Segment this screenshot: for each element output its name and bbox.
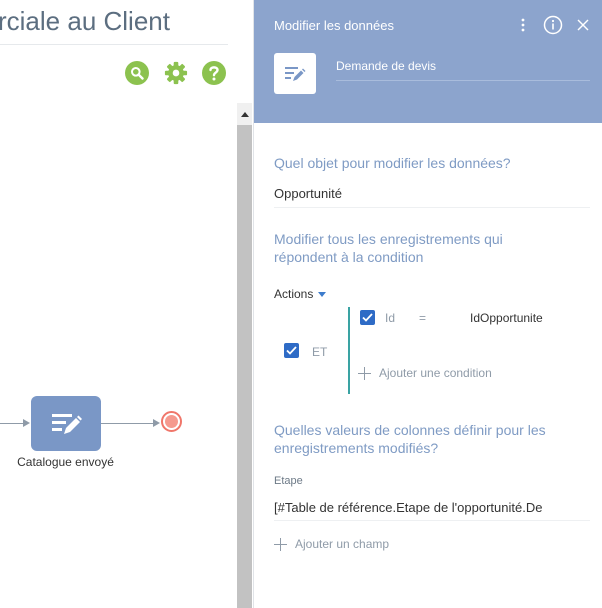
close-icon (577, 19, 589, 31)
actions-menu[interactable]: Actions (274, 287, 327, 301)
element-name-field[interactable]: Demande de devis (336, 59, 436, 73)
incoming-flow (0, 423, 24, 424)
object-question: Quel objet pour modifier les données? (274, 155, 511, 171)
edit-data-icon (285, 66, 306, 81)
condition-value[interactable]: IdOpportunite (470, 311, 543, 325)
group-operator[interactable]: ET (312, 345, 327, 359)
outgoing-flow (101, 423, 153, 424)
task-node-catalogue[interactable] (31, 396, 101, 451)
search-button[interactable] (125, 61, 149, 85)
add-field-label: Ajouter un champ (295, 537, 390, 551)
group-checkbox[interactable] (284, 343, 299, 358)
panel-header: Modifier les données Demande de devis (254, 0, 602, 123)
more-vertical-icon (521, 18, 525, 32)
element-name-underline (336, 80, 590, 81)
info-icon (543, 15, 563, 35)
incoming-flow-arrow (23, 419, 30, 427)
edit-data-icon (52, 413, 82, 434)
title-underline (0, 44, 228, 45)
condition-operator[interactable]: = (419, 311, 426, 325)
condition-group-bar (348, 307, 350, 394)
magnifier-icon (131, 67, 144, 80)
add-condition-button[interactable]: Ajouter une condition (358, 366, 492, 380)
scroll-up-button[interactable] (237, 103, 252, 125)
more-button[interactable] (512, 14, 534, 36)
condition-question: Modifier tous les enregistrements qui ré… (274, 231, 503, 265)
columns-question: Quelles valeurs de colonnes définir pour… (274, 422, 546, 456)
gear-icon (164, 61, 188, 85)
settings-button[interactable] (164, 61, 188, 85)
field-caption: Etape (274, 475, 303, 487)
outgoing-flow-arrow (153, 419, 160, 427)
condition-column[interactable]: Id (385, 311, 395, 325)
vertical-scrollbar[interactable] (237, 103, 252, 608)
actions-label: Actions (274, 287, 314, 301)
field-value-underline (274, 520, 590, 521)
end-event[interactable] (161, 411, 182, 432)
check-icon (362, 313, 373, 322)
caret-down-icon (318, 292, 327, 297)
field-value-input[interactable]: [#Table de référence.Etape de l'opportun… (274, 500, 559, 515)
plus-icon (274, 537, 287, 551)
task-label: Catalogue envoyé (17, 455, 114, 469)
edit-data-panel: Modifier les données Demande de devis Qu… (253, 0, 602, 608)
panel-title: Modifier les données (274, 18, 394, 33)
end-event-core (165, 415, 178, 428)
info-button[interactable] (542, 14, 564, 36)
object-value-field[interactable]: Opportunité (274, 186, 342, 201)
add-condition-label: Ajouter une condition (379, 366, 492, 380)
diagram-title: rciale au Client (0, 6, 170, 36)
help-button[interactable] (202, 61, 226, 85)
question-icon (209, 66, 219, 81)
process-designer-canvas: rciale au Client Catalogue envoyé (0, 0, 237, 608)
chevron-up-icon (240, 112, 249, 117)
plus-icon (358, 366, 371, 380)
check-icon (286, 346, 297, 355)
object-field-underline (274, 207, 590, 208)
condition-checkbox[interactable] (360, 310, 375, 325)
add-field-button[interactable]: Ajouter un champ (274, 537, 389, 551)
close-button[interactable] (572, 14, 594, 36)
scroll-thumb[interactable] (237, 125, 252, 608)
element-type-icon (274, 53, 316, 94)
